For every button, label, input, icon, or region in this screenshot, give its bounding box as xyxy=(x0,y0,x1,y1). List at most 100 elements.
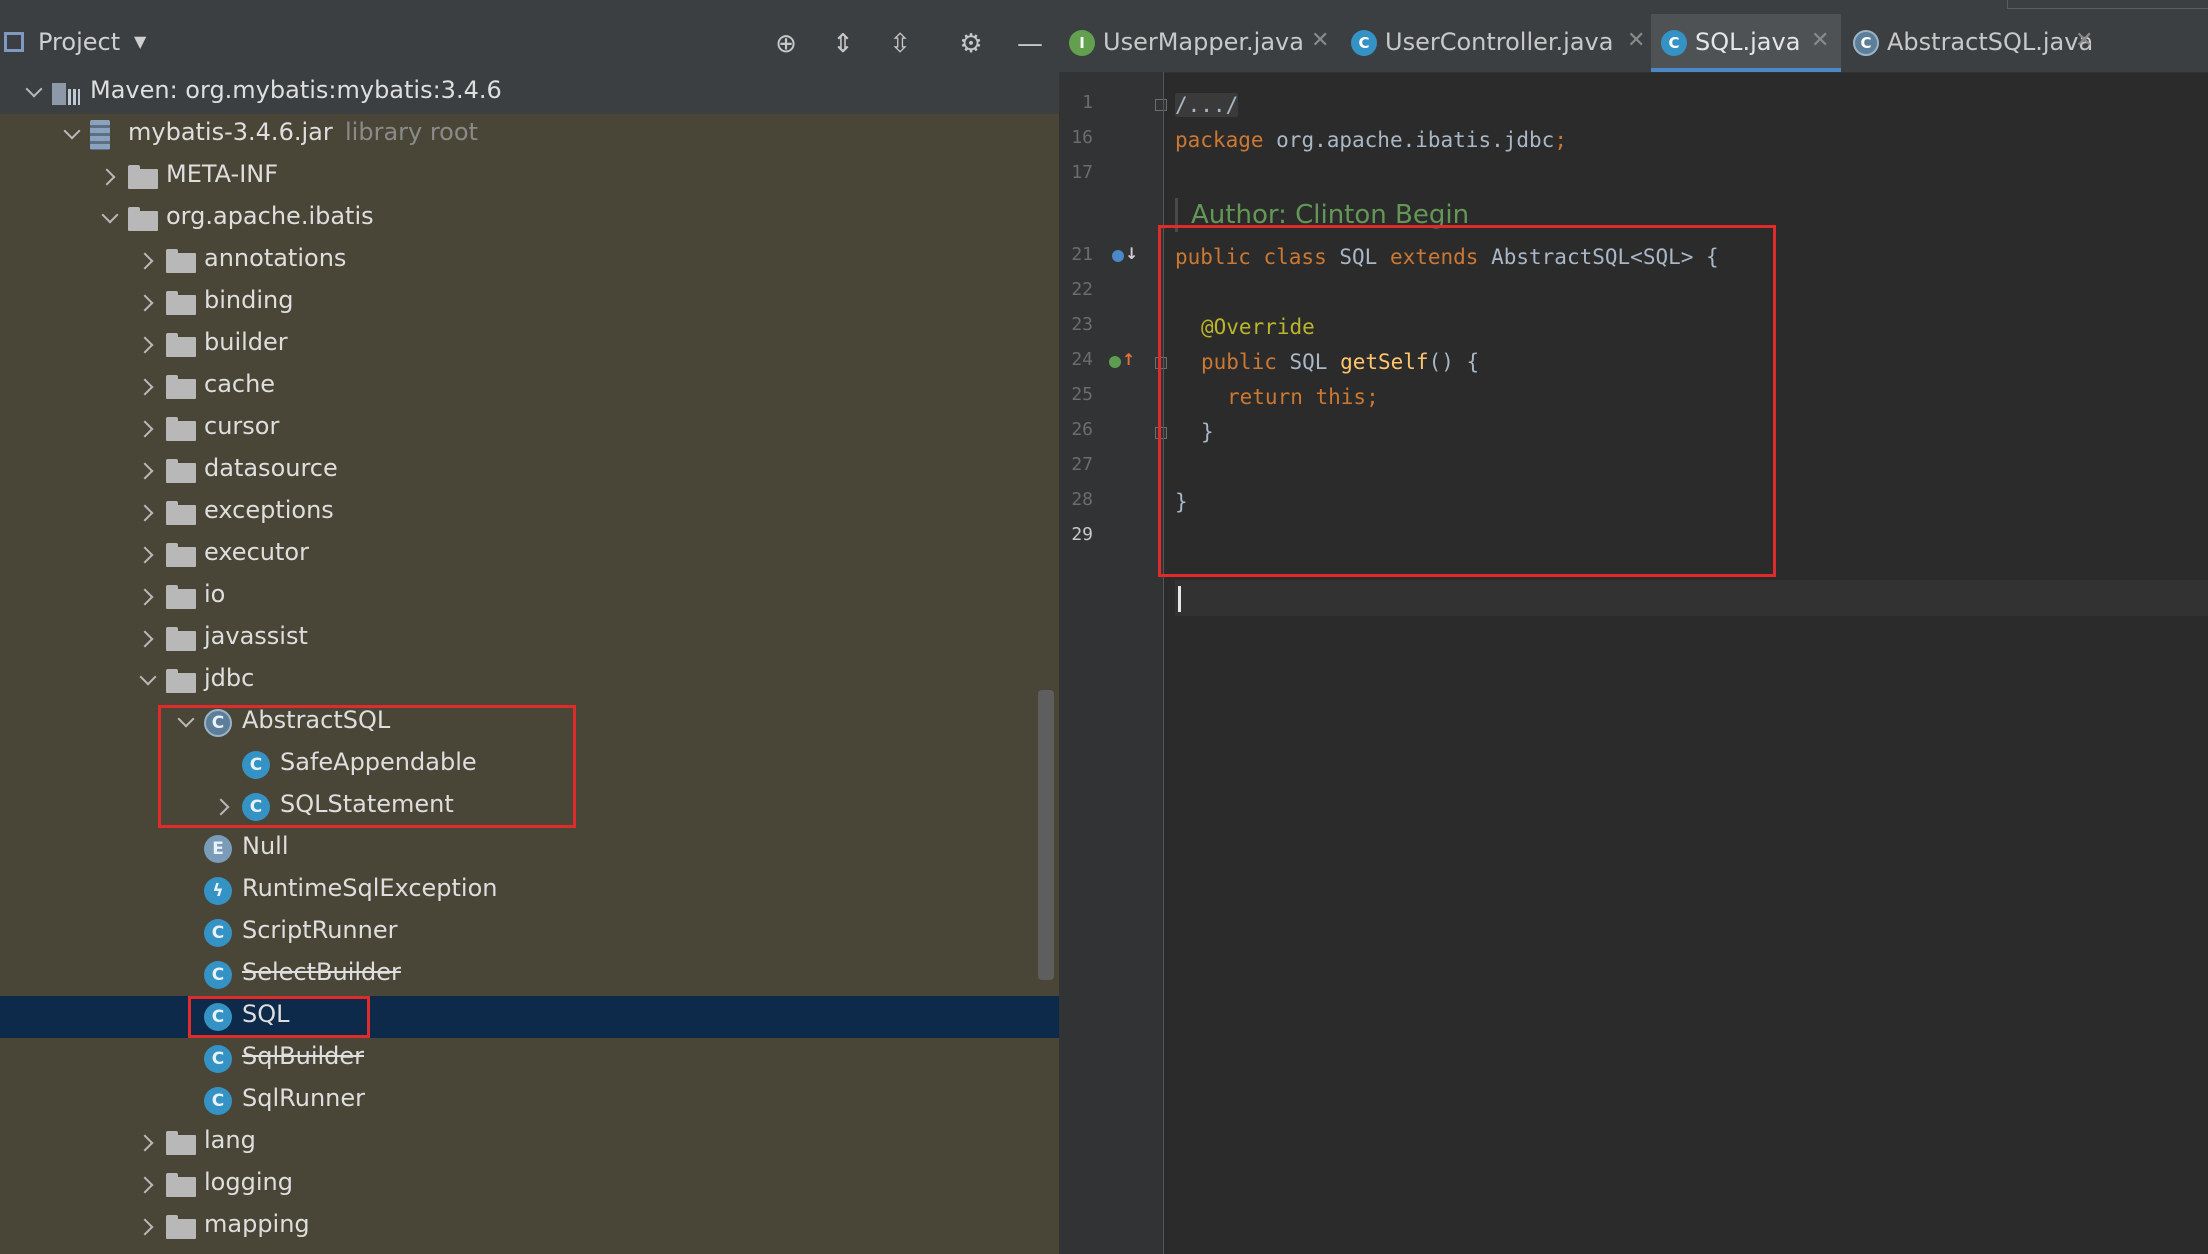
override-marker-icon[interactable]: ↑ xyxy=(1109,350,1135,372)
tree-item[interactable]: executor xyxy=(0,534,1059,576)
tree-item[interactable]: ϟ RuntimeSqlException xyxy=(0,870,1059,912)
tree-item[interactable]: C ScriptRunner xyxy=(0,912,1059,954)
tree-item-label: executor xyxy=(204,538,309,566)
chevron-down-icon[interactable]: ▼ xyxy=(134,32,146,51)
chevron-right-icon[interactable] xyxy=(136,1122,160,1164)
tree-item[interactable]: binding xyxy=(0,282,1059,324)
line-number: 23 xyxy=(1071,314,1093,335)
chevron-right-icon[interactable] xyxy=(136,492,160,534)
collapse-all-icon[interactable]: ⇳ xyxy=(884,28,916,60)
semicolon: ; xyxy=(1554,128,1567,152)
close-icon[interactable]: ✕ xyxy=(1311,28,1329,53)
folder-icon xyxy=(166,331,196,359)
tab-label: UserMapper.java xyxy=(1103,28,1304,56)
project-view-icon xyxy=(4,32,24,52)
tree-scrollbar[interactable] xyxy=(1038,690,1054,980)
inherited-marker-icon[interactable]: ↓ xyxy=(1112,244,1138,266)
minimize-icon[interactable]: — xyxy=(1014,28,1046,60)
chevron-right-icon[interactable] xyxy=(136,1206,160,1248)
folder-icon xyxy=(166,1213,196,1241)
tree-item-label: exceptions xyxy=(204,496,334,524)
line-number-current: 29 xyxy=(1071,524,1093,545)
chevron-down-icon[interactable] xyxy=(60,114,84,156)
enum-icon: E xyxy=(204,835,232,863)
tab-usermapper[interactable]: I UserMapper.java ✕ xyxy=(1059,14,1339,72)
tree-item[interactable]: C SelectBuilder xyxy=(0,954,1059,996)
tree-item-label: javassist xyxy=(204,622,308,650)
chevron-right-icon[interactable] xyxy=(136,1164,160,1206)
jar-icon xyxy=(90,120,110,150)
class-icon: C xyxy=(204,1087,232,1115)
folder-icon xyxy=(166,583,196,611)
tab-sql[interactable]: C SQL.java ✕ xyxy=(1651,14,1841,72)
chevron-right-icon[interactable] xyxy=(136,366,160,408)
tree-item[interactable]: mybatis-3.4.6.jar library root xyxy=(0,114,1059,156)
gear-icon[interactable]: ⚙ xyxy=(955,28,987,60)
tree-item[interactable]: C SqlRunner xyxy=(0,1080,1059,1122)
class-icon: C xyxy=(1351,30,1377,56)
line-number: 28 xyxy=(1071,489,1093,510)
tree-item[interactable]: logging xyxy=(0,1164,1059,1206)
keyword: package xyxy=(1175,128,1264,152)
tree-item[interactable]: C SqlBuilder xyxy=(0,1038,1059,1080)
line-number-gutter: 1 16 17 21 22 23 24 25 26 27 28 29 ↓ ↑ xyxy=(1059,72,1167,1254)
close-icon[interactable]: ✕ xyxy=(1811,28,1829,53)
tree-item[interactable]: lang xyxy=(0,1122,1059,1164)
tree-item[interactable]: exceptions xyxy=(0,492,1059,534)
chevron-right-icon[interactable] xyxy=(136,618,160,660)
chevron-right-icon[interactable] xyxy=(136,408,160,450)
package-name: org.apache.ibatis.jdbc xyxy=(1263,128,1555,152)
chevron-right-icon[interactable] xyxy=(136,534,160,576)
chevron-right-icon[interactable] xyxy=(136,576,160,618)
tree-item-label: org.apache.ibatis xyxy=(166,202,374,230)
tree-item[interactable]: Maven: org.mybatis:mybatis:3.4.6 xyxy=(0,72,1059,114)
exception-class-icon: ϟ xyxy=(204,877,232,905)
chevron-right-icon[interactable] xyxy=(98,156,122,198)
tree-item-label: logging xyxy=(204,1168,293,1196)
tree-item[interactable]: mapping xyxy=(0,1206,1059,1248)
highlight-box-code xyxy=(1158,225,1776,577)
tree-item-label: Null xyxy=(242,832,289,860)
chevron-right-icon[interactable] xyxy=(136,240,160,282)
close-icon[interactable]: ✕ xyxy=(1627,28,1645,53)
maven-library-icon xyxy=(52,79,82,107)
window-edge xyxy=(2007,0,2208,9)
chevron-down-icon[interactable] xyxy=(136,660,160,702)
close-icon[interactable]: ✕ xyxy=(2075,28,2093,53)
tree-item-label: mapping xyxy=(204,1210,310,1238)
tab-usercontroller[interactable]: C UserController.java ✕ xyxy=(1341,14,1654,72)
tree-item-label: annotations xyxy=(204,244,347,272)
tree-item[interactable]: jdbc xyxy=(0,660,1059,702)
tree-item[interactable]: org.apache.ibatis xyxy=(0,198,1059,240)
line-number: 24 xyxy=(1071,349,1093,370)
folder-icon xyxy=(166,541,196,569)
project-tree: Maven: org.mybatis:mybatis:3.4.6 mybatis-… xyxy=(0,72,1059,1254)
tree-item[interactable]: datasource xyxy=(0,450,1059,492)
tree-item-label: builder xyxy=(204,328,288,356)
chevron-right-icon[interactable] xyxy=(136,450,160,492)
tree-item[interactable]: builder xyxy=(0,324,1059,366)
tree-item[interactable]: META-INF xyxy=(0,156,1059,198)
tree-item[interactable]: E Null xyxy=(0,828,1059,870)
tree-item-label: cursor xyxy=(204,412,280,440)
tree-item[interactable]: cursor xyxy=(0,408,1059,450)
target-icon[interactable]: ⊕ xyxy=(770,28,802,60)
tree-item[interactable]: javassist xyxy=(0,618,1059,660)
tree-item[interactable]: annotations xyxy=(0,240,1059,282)
chevron-down-icon[interactable] xyxy=(98,198,122,240)
expand-all-icon[interactable]: ⇕ xyxy=(827,28,859,60)
tree-item[interactable]: cache xyxy=(0,366,1059,408)
text-caret xyxy=(1178,586,1181,612)
folded-header-comment[interactable]: /.../ xyxy=(1175,93,1239,117)
highlight-box-sql xyxy=(188,996,370,1038)
tree-item[interactable]: C SQL xyxy=(0,996,1059,1038)
fold-marker-icon[interactable] xyxy=(1155,99,1167,111)
project-panel: Project ▼ ⊕ ⇕ ⇳ ⚙ — Maven: org.mybatis:m… xyxy=(0,14,1059,1254)
chevron-down-icon[interactable] xyxy=(22,72,46,114)
tree-item-label: io xyxy=(204,580,226,608)
tab-abstractsql[interactable]: C AbstractSQL.java ✕ xyxy=(1843,14,2103,72)
project-panel-title[interactable]: Project xyxy=(38,28,120,56)
chevron-right-icon[interactable] xyxy=(136,282,160,324)
chevron-right-icon[interactable] xyxy=(136,324,160,366)
tree-item[interactable]: io xyxy=(0,576,1059,618)
